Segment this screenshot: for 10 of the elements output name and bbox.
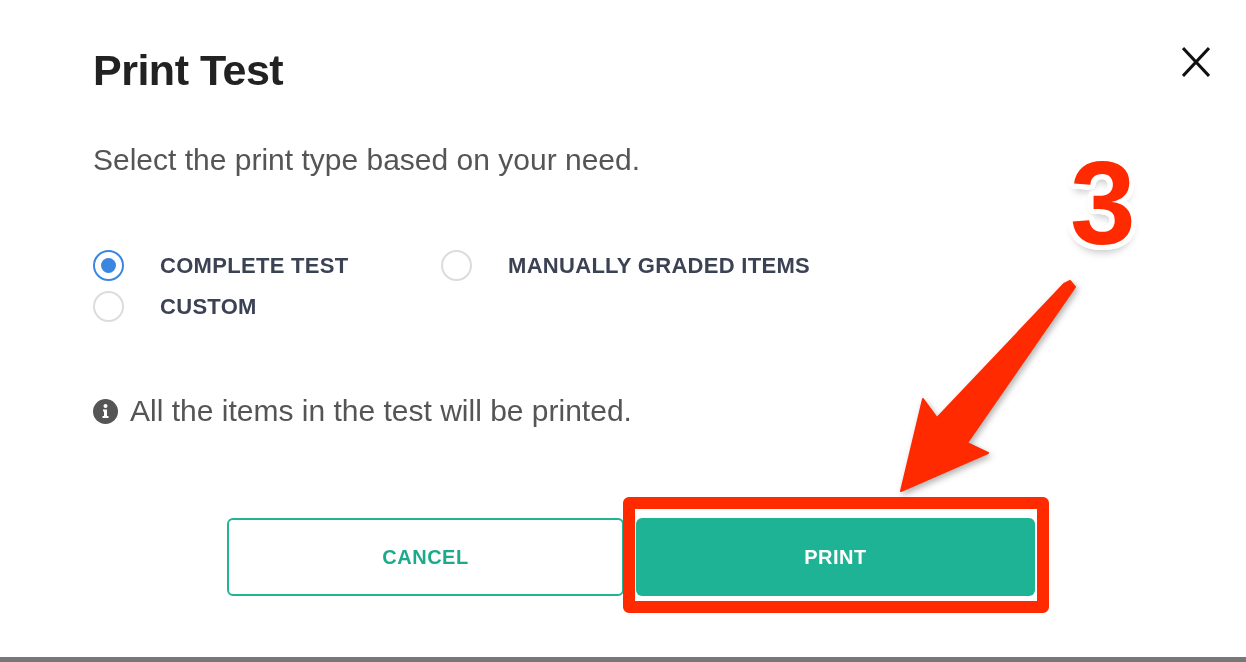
dialog-title: Print Test <box>93 45 284 95</box>
instruction-text: Select the print type based on your need. <box>93 142 641 178</box>
info-text: All the items in the test will be printed. <box>130 393 632 429</box>
option-label[interactable]: COMPLETE TEST <box>160 251 349 280</box>
info-icon <box>93 398 118 424</box>
close-icon[interactable] <box>1182 47 1210 77</box>
option-label[interactable]: CUSTOM <box>160 292 257 321</box>
option-label[interactable]: MANUALLY GRADED ITEMS <box>508 251 811 280</box>
radio-button[interactable] <box>93 250 124 281</box>
step-number: 3 <box>1070 144 1136 262</box>
